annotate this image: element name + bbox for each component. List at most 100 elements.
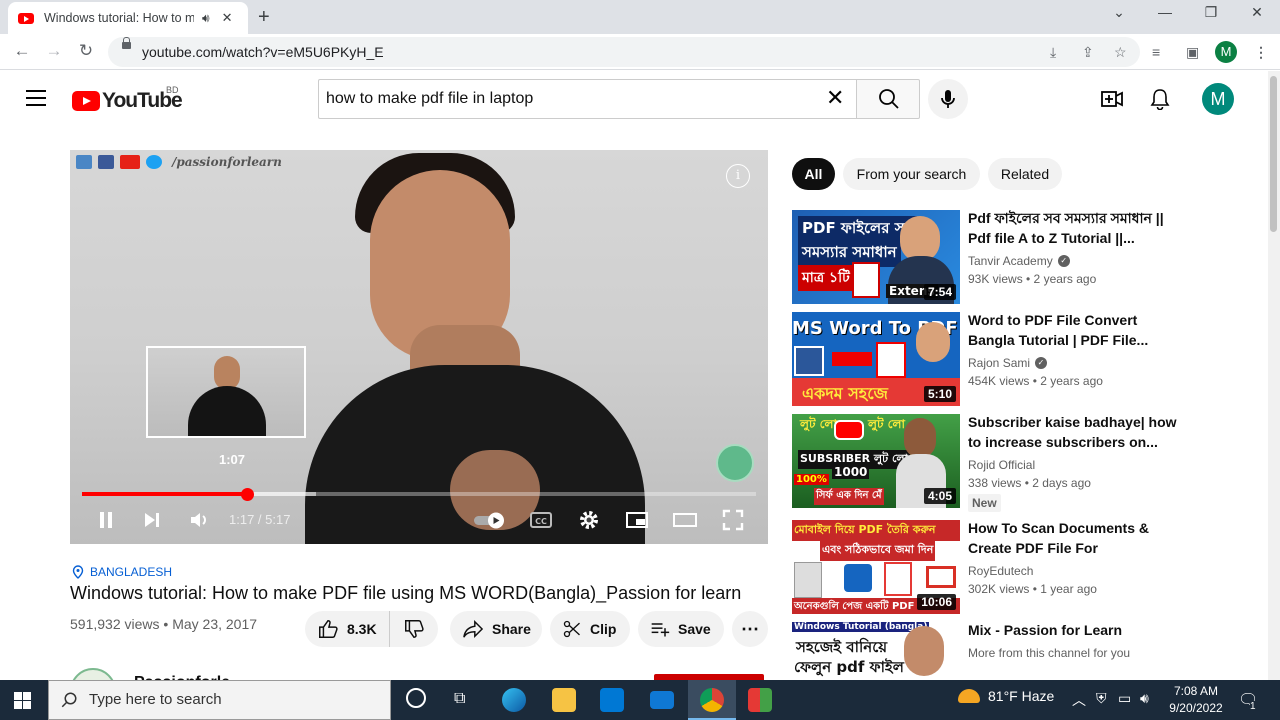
share-page-icon[interactable]: ⇪ [1082, 44, 1094, 61]
show-hidden-icons-icon[interactable]: ︿ [1072, 690, 1086, 710]
window-close-icon[interactable]: ✕ [1234, 4, 1280, 21]
search-input[interactable]: how to make pdf file in laptop [318, 79, 858, 119]
location-tag[interactable]: BANGLADESH [72, 565, 172, 579]
guide-menu-icon[interactable] [26, 90, 46, 106]
recommendation-title[interactable]: Pdf ফাইলের সব সমস্যার সমাধান || Pdf file… [968, 208, 1178, 248]
recommendation-title[interactable]: Subscriber kaise badhaye| how to increas… [968, 412, 1178, 452]
notifications-bell-icon[interactable] [1150, 88, 1170, 110]
speaker-volume-icon[interactable]: 🔊︎ [1140, 690, 1149, 707]
dislike-button[interactable] [390, 618, 438, 640]
thumbnail-text: এবং সঠিকভাবে জমা দিন [820, 540, 936, 561]
side-panel-icon[interactable]: ▣ [1186, 44, 1199, 61]
taskbar-search-box[interactable]: Type here to search [48, 680, 391, 720]
clip-button[interactable]: Clip [550, 611, 630, 647]
video-thumbnail[interactable]: মোবাইল দিয়ে PDF তৈরি করুন এবং সঠিকভাবে … [792, 520, 960, 614]
like-dislike-pill: 8.3K [305, 611, 438, 647]
tab-title: Windows tutorial: How to ma [44, 11, 194, 25]
settings-gear-icon[interactable] [577, 508, 601, 532]
next-video-icon[interactable] [140, 508, 164, 532]
miniplayer-icon[interactable] [625, 508, 649, 532]
recommendation-item[interactable]: PDF ফাইলের সব সমস্যার সমাধান মাত্র ১টি E… [792, 210, 1192, 306]
more-actions-button[interactable]: ⋯ [732, 611, 768, 647]
pause-icon[interactable] [94, 508, 118, 532]
video-player[interactable]: /passionforlearn i 1:07 1:17 / 5:17 CC [70, 150, 768, 544]
like-button[interactable]: 8.3K [305, 611, 390, 647]
chip-from-your-search[interactable]: From your search [843, 158, 980, 190]
volume-icon[interactable] [188, 508, 212, 532]
recommendation-title[interactable]: Mix - Passion for Learn [968, 622, 1178, 640]
search-button[interactable] [856, 79, 920, 119]
forward-icon[interactable]: → [42, 41, 66, 61]
weather-widget[interactable]: 81°F Haze [958, 688, 1054, 704]
edge-browser-icon[interactable] [502, 688, 526, 712]
windows-start-icon[interactable] [14, 692, 31, 709]
video-thumbnail[interactable]: লুট লো লুট লো SUBSRIBER লুট লো 1000 100%… [792, 414, 960, 508]
share-button[interactable]: Share [450, 611, 542, 647]
security-icon[interactable]: ⛨ [1096, 690, 1107, 707]
clear-search-icon[interactable]: ✕ [826, 87, 844, 109]
mail-icon[interactable] [650, 691, 674, 709]
bookmark-star-icon[interactable]: ☆ [1114, 44, 1127, 61]
task-view-icon[interactable]: ⧉ [454, 690, 465, 708]
tab-search-icon[interactable]: ⌄ [1096, 4, 1142, 21]
create-video-icon[interactable] [1101, 91, 1123, 107]
theater-mode-icon[interactable] [673, 508, 697, 532]
recommendation-item[interactable]: লুট লো লুট লো SUBSRIBER লুট লো 1000 100%… [792, 412, 1192, 512]
video-duration: 4:05 [923, 488, 956, 504]
channel-watermark[interactable] [716, 444, 754, 482]
recommendation-item[interactable]: MS Word To PDF একদম সহজে 5:10 Word to PD… [792, 312, 1192, 408]
restore-icon[interactable]: ❐ [1188, 4, 1234, 21]
chrome-profile-avatar[interactable]: M [1215, 41, 1237, 63]
chip-related[interactable]: Related [988, 158, 1062, 190]
thumbnail-text: মোবাইল দিয়ে PDF তৈরি করুন [792, 520, 960, 541]
app-tile-icon[interactable] [748, 688, 772, 712]
autoplay-toggle-icon[interactable] [472, 508, 508, 532]
cortana-icon[interactable] [406, 688, 426, 708]
recommendation-channel[interactable]: Rojid Official [968, 458, 1035, 472]
recommendation-channel[interactable]: Tanvir Academy ✓ [968, 254, 1070, 268]
fullscreen-icon[interactable] [721, 508, 745, 532]
thumbs-up-icon [319, 620, 338, 638]
recommendation-title[interactable]: Word to PDF File Convert Bangla Tutorial… [968, 310, 1178, 350]
subtitles-icon[interactable]: CC [529, 508, 553, 532]
reload-icon[interactable]: ↻ [74, 41, 98, 61]
clip-label: Clip [590, 621, 617, 637]
page-scrollbar-thumb[interactable] [1270, 76, 1277, 232]
share-label: Share [492, 621, 531, 637]
video-thumbnail[interactable]: MS Word To PDF একদম সহজে 5:10 [792, 312, 960, 406]
new-tab-icon[interactable]: + [258, 6, 270, 29]
voice-search-button[interactable] [928, 79, 968, 119]
lock-icon[interactable] [122, 37, 131, 49]
save-button[interactable]: Save [638, 611, 724, 647]
recommendation-channel[interactable]: RoyEdutech [968, 564, 1033, 578]
view-count: 591,932 views [70, 616, 160, 632]
save-label: Save [678, 621, 711, 637]
tab-audio-icon[interactable]: 🔊︎ [202, 11, 210, 26]
info-icon[interactable]: i [726, 164, 750, 188]
chrome-icon[interactable] [700, 688, 724, 712]
address-bar[interactable]: youtube.com/watch?v=eM5U6PKyH_E [108, 37, 1140, 67]
back-icon[interactable]: ← [10, 41, 34, 61]
recommendation-channel[interactable]: Rajon Sami ✓ [968, 356, 1048, 370]
tab-close-icon[interactable]: ✕ [222, 10, 233, 26]
browser-tab[interactable]: Windows tutorial: How to ma 🔊︎ ✕ [8, 2, 248, 34]
recommendation-title[interactable]: How To Scan Documents & Create PDF File … [968, 518, 1178, 558]
youtube-play-logo-icon [72, 91, 100, 111]
pdf-file-icon [884, 562, 912, 596]
thumbnail-person [904, 626, 944, 676]
recommendation-item[interactable]: মোবাইল দিয়ে PDF তৈরি করুন এবং সঠিকভাবে … [792, 520, 1192, 616]
progress-scrubber[interactable] [240, 488, 254, 501]
network-icon[interactable]: ▭ [1118, 690, 1131, 707]
install-app-icon[interactable]: ⤓ [1050, 44, 1056, 61]
video-thumbnail[interactable]: PDF ফাইলের সব সমস্যার সমাধান মাত্র ১টি E… [792, 210, 960, 304]
video-thumbnail[interactable]: Windows Tutorial (bangla) সহজেই বানিয়ে … [792, 622, 960, 680]
media-control-icon[interactable]: ≡ [1152, 44, 1160, 60]
chip-all[interactable]: All [792, 158, 835, 190]
recommendation-item[interactable]: Windows Tutorial (bangla) সহজেই বানিয়ে … [792, 622, 1192, 680]
account-avatar[interactable]: M [1202, 83, 1234, 115]
microsoft-store-icon[interactable] [600, 688, 624, 712]
taskbar-clock[interactable]: 7:08 AM 9/20/2022 [1160, 683, 1232, 717]
file-explorer-icon[interactable] [552, 688, 576, 712]
minimize-icon[interactable]: — [1142, 4, 1188, 20]
chrome-menu-icon[interactable]: ⋮ [1254, 44, 1268, 61]
